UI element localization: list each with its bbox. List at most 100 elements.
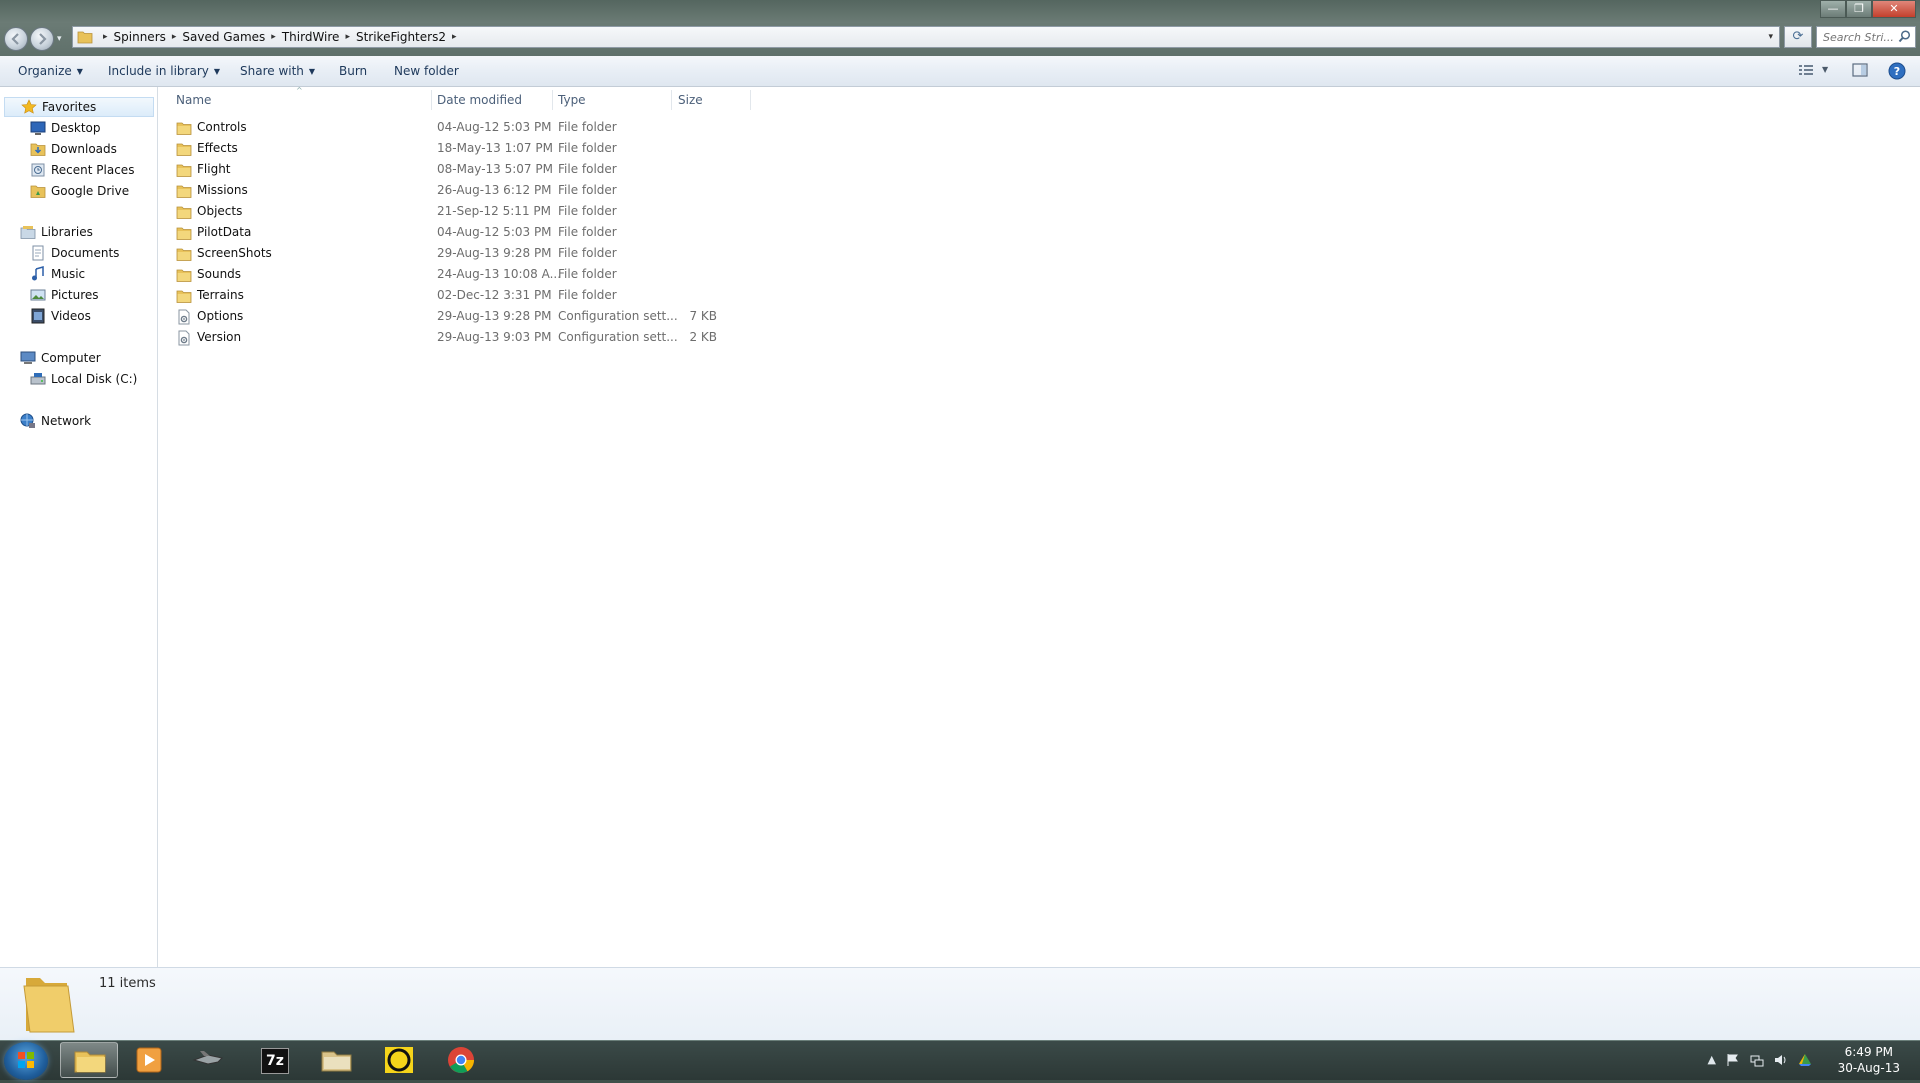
back-button[interactable] (4, 27, 28, 51)
nav-music[interactable]: Music (30, 265, 85, 283)
file-name-cell[interactable]: Sounds (176, 264, 426, 285)
column-divider[interactable] (431, 90, 432, 110)
breadcrumb-separator[interactable]: ▸ (103, 32, 108, 42)
chevron-down-icon: ▼ (213, 67, 221, 76)
clock-time: 6:49 PM (1844, 1045, 1893, 1059)
star-icon (21, 99, 37, 114)
recent-pages-dropdown[interactable]: ▾ (57, 34, 62, 44)
taskbar-chrome[interactable] (432, 1042, 490, 1078)
volume-icon[interactable] (1774, 1053, 1788, 1067)
file-name-cell[interactable]: Flight (176, 159, 426, 180)
column-header-date-modified[interactable]: Date modified (437, 87, 522, 113)
file-name-cell[interactable]: Effects (176, 138, 426, 159)
nav-google-drive[interactable]: Google Drive (30, 182, 129, 200)
nav-local-disk[interactable]: Local Disk (C:) (30, 370, 137, 388)
organize-button[interactable]: Organize ▼ (18, 64, 83, 78)
windows-logo-icon (18, 1052, 34, 1068)
address-bar[interactable]: ▸ Spinners ▸ Saved Games ▸ ThirdWire ▸ S… (72, 26, 1780, 48)
file-name: Flight (197, 162, 231, 176)
share-with-button[interactable]: Share with ▼ (240, 64, 315, 78)
local-disk-icon (30, 373, 46, 385)
folder-icon (176, 267, 192, 283)
breadcrumb-separator[interactable]: ▸ (172, 32, 177, 42)
taskbar-game-app[interactable] (180, 1042, 238, 1078)
nav-network[interactable]: Network (20, 412, 91, 430)
nav-computer-label: Computer (41, 351, 101, 365)
change-view-icon[interactable] (1798, 63, 1814, 77)
file-name-cell[interactable]: Terrains (176, 285, 426, 306)
file-name-cell[interactable]: PilotData (176, 222, 426, 243)
taskbar-media-player[interactable] (120, 1042, 178, 1078)
include-in-library-button[interactable]: Include in library ▼ (108, 64, 220, 78)
close-button[interactable]: ✕ (1872, 0, 1916, 18)
chevron-down-icon: ▼ (308, 67, 316, 76)
folder-icon (176, 183, 192, 199)
clock-date: 30-Aug-13 (1837, 1061, 1900, 1075)
network-tray-icon[interactable] (1750, 1053, 1764, 1067)
breadcrumb-spinners[interactable]: Spinners (114, 30, 166, 44)
action-center-flag-icon[interactable] (1726, 1053, 1740, 1067)
file-date-modified: 29-Aug-13 9:28 PM (437, 309, 552, 323)
column-divider[interactable] (671, 90, 672, 110)
nav-documents[interactable]: Documents (30, 244, 119, 262)
breadcrumb-strikefighters2[interactable]: StrikeFighters2 (356, 30, 446, 44)
windows-explorer-icon (74, 1051, 106, 1073)
file-name: ScreenShots (197, 246, 272, 260)
taskbar-files-app[interactable] (307, 1042, 365, 1078)
nav-computer[interactable]: Computer (20, 349, 101, 367)
forward-button[interactable] (30, 27, 54, 51)
show-hidden-icons-button[interactable]: ▲ (1708, 1053, 1716, 1067)
file-type: File folder (558, 246, 617, 260)
file-name-cell[interactable]: Controls (176, 117, 426, 138)
column-divider[interactable] (750, 90, 751, 110)
nav-desktop[interactable]: Desktop (30, 119, 101, 137)
nav-downloads[interactable]: Downloads (30, 140, 117, 158)
breadcrumb-separator[interactable]: ▸ (345, 32, 350, 42)
new-folder-button[interactable]: New folder (394, 64, 459, 78)
breadcrumb-separator[interactable]: ▸ (452, 32, 457, 42)
breadcrumb-separator[interactable]: ▸ (271, 32, 276, 42)
column-header-size[interactable]: Size (678, 87, 703, 113)
search-icon[interactable] (1898, 30, 1911, 43)
command-bar: Organize ▼ Include in library ▼ Share with… (0, 56, 1920, 87)
help-icon[interactable]: ? (1888, 62, 1906, 80)
file-name-cell[interactable]: ScreenShots (176, 243, 426, 264)
start-button[interactable] (4, 1042, 48, 1080)
view-options-dropdown[interactable]: ▼ (1822, 65, 1828, 74)
taskbar-explorer[interactable] (60, 1042, 118, 1078)
nav-recent-places[interactable]: Recent Places (30, 161, 134, 179)
column-header-name[interactable]: Name (176, 87, 211, 113)
clock[interactable]: 6:49 PM 30-Aug-13 (1838, 1044, 1900, 1076)
preview-pane-icon[interactable] (1852, 63, 1868, 77)
google-drive-tray-icon[interactable] (1798, 1053, 1812, 1067)
file-date-modified: 04-Aug-12 5:03 PM (437, 120, 552, 134)
file-type: File folder (558, 141, 617, 155)
network-icon (20, 413, 35, 428)
address-dropdown[interactable]: ▾ (1768, 32, 1773, 42)
nav-videos[interactable]: Videos (30, 307, 91, 325)
breadcrumb-saved-games[interactable]: Saved Games (182, 30, 265, 44)
breadcrumb-thirdwire[interactable]: ThirdWire (282, 30, 340, 44)
nav-libraries[interactable]: Libraries (20, 223, 93, 241)
file-name-cell[interactable]: Version (176, 327, 426, 348)
column-header-type[interactable]: Type (558, 87, 586, 113)
burn-button[interactable]: Burn (339, 64, 367, 78)
sort-ascending-icon: ^ (296, 86, 303, 95)
file-name-cell[interactable]: Missions (176, 180, 426, 201)
maximize-button[interactable]: ❐ (1846, 0, 1872, 18)
refresh-button[interactable]: ⟳ (1784, 26, 1812, 48)
minimize-button[interactable]: — (1820, 0, 1846, 18)
chrome-icon (448, 1047, 475, 1073)
nav-documents-label: Documents (51, 246, 120, 260)
taskbar-norton-app[interactable] (370, 1042, 428, 1078)
file-name-cell[interactable]: Options (176, 306, 426, 327)
item-count: 11 items (99, 976, 156, 991)
taskbar-7zip[interactable]: 7z (244, 1042, 302, 1078)
window-controls: — ❐ ✕ (1820, 0, 1916, 18)
nav-favorites[interactable]: Favorites (4, 97, 154, 117)
nav-pictures[interactable]: Pictures (30, 286, 99, 304)
file-name-cell[interactable]: Objects (176, 201, 426, 222)
file-date-modified: 08-May-13 5:07 PM (437, 162, 553, 176)
column-divider[interactable] (552, 90, 553, 110)
file-date-modified: 26-Aug-13 6:12 PM (437, 183, 552, 197)
